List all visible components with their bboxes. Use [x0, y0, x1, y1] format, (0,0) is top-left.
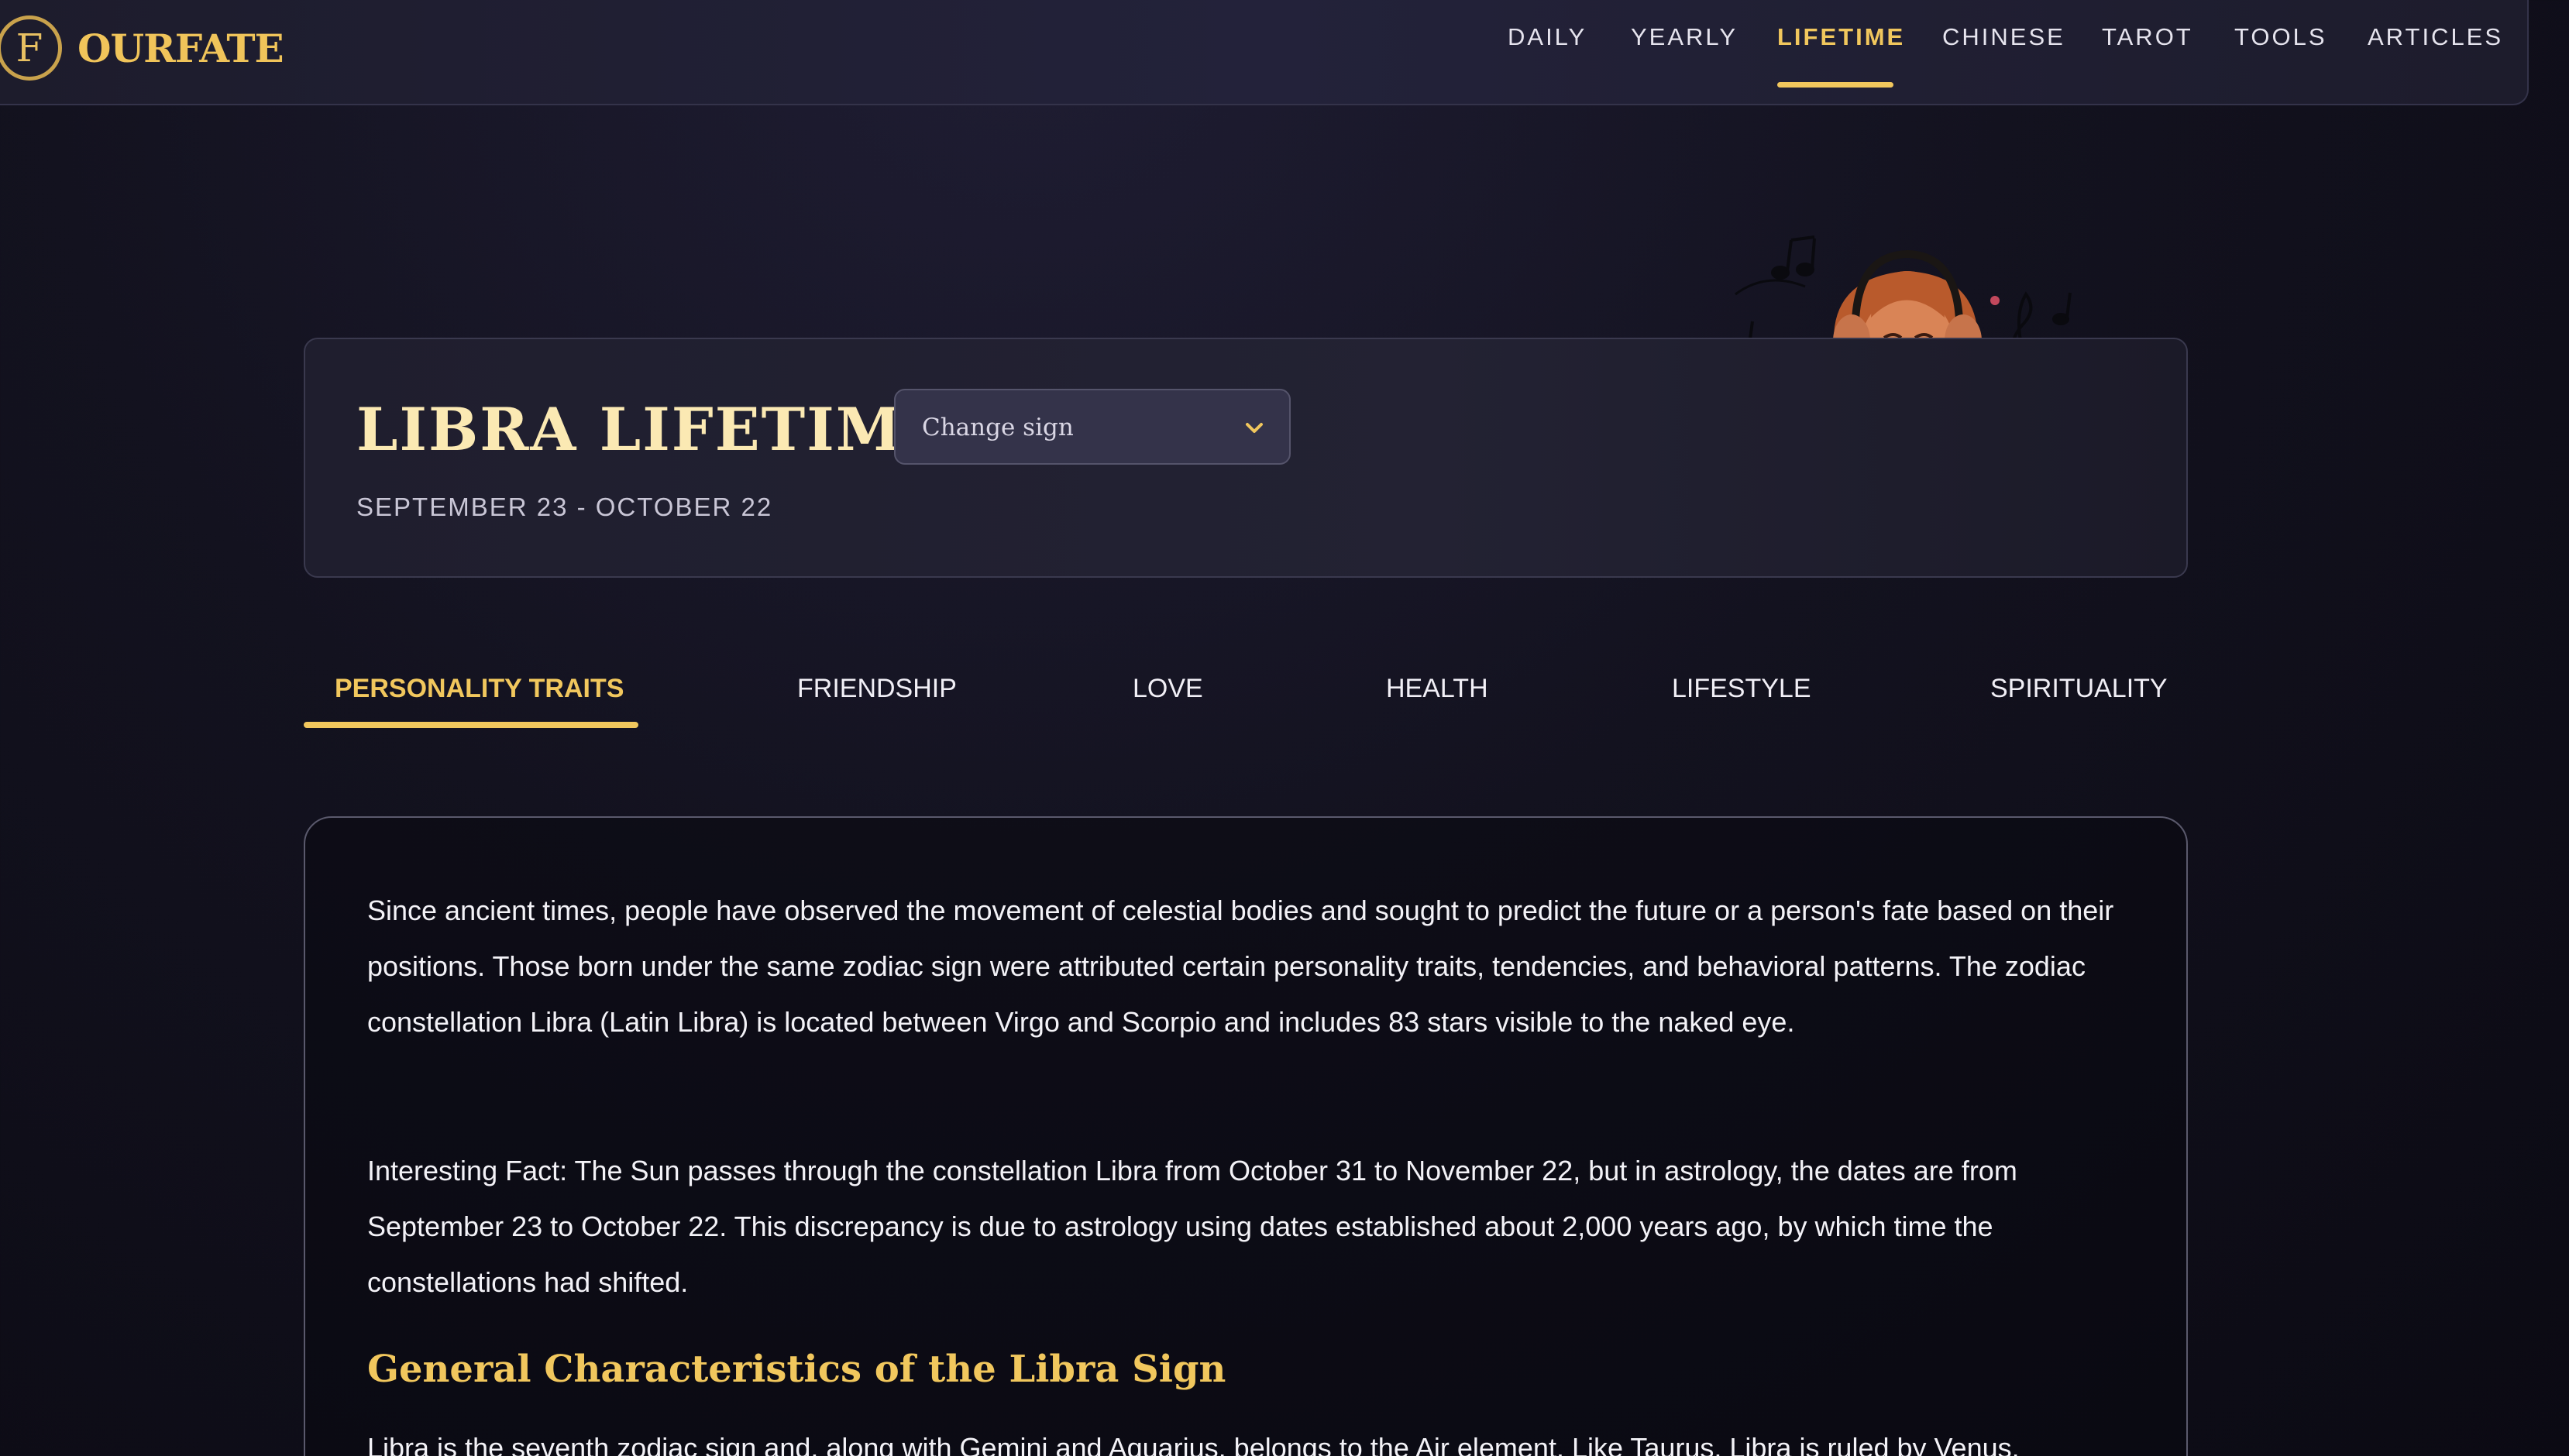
- sign-date-range: SEPTEMBER 23 - OCTOBER 22: [356, 493, 773, 521]
- nav-item-tarot[interactable]: TAROT: [2102, 23, 2193, 51]
- interesting-fact-paragraph: Interesting Fact: The Sun passes through…: [367, 1155, 2017, 1298]
- nav-item-daily[interactable]: DAILY: [1508, 23, 1587, 51]
- change-sign-dropdown[interactable]: Change sign: [894, 389, 1291, 465]
- top-navigation-bar: F OURFATE DAILY YEARLY LIFETIME CHINESE …: [0, 0, 2529, 105]
- nav-item-articles[interactable]: ARTICLES: [2368, 23, 2503, 51]
- section-paragraph: Libra is the seventh zodiac sign and, al…: [367, 1432, 2020, 1456]
- logo-letter: F: [15, 26, 43, 70]
- nav-item-tools[interactable]: TOOLS: [2234, 23, 2327, 51]
- tab-love[interactable]: LOVE: [1133, 674, 1203, 704]
- section-heading: General Characteristics of the Libra Sig…: [367, 1348, 1226, 1391]
- brand-name: OURFATE: [77, 25, 284, 71]
- nav-active-indicator: [1777, 82, 1893, 88]
- logo-emblem-icon: F: [0, 15, 62, 81]
- tab-friendship[interactable]: FRIENDSHIP: [797, 674, 957, 704]
- tab-personality-traits[interactable]: PERSONALITY TRAITS: [335, 674, 624, 704]
- tab-active-indicator: [304, 722, 638, 728]
- tab-spirituality[interactable]: SPIRITUALITY: [1990, 674, 2168, 704]
- personality-traits-content: Since ancient times, people have observe…: [304, 816, 2188, 1456]
- nav-item-chinese[interactable]: CHINESE: [1942, 23, 2065, 51]
- chevron-down-icon: [1246, 423, 1263, 433]
- change-sign-label: Change sign: [922, 414, 1074, 441]
- nav-item-lifetime[interactable]: LIFETIME: [1777, 23, 1905, 51]
- section-tabs: PERSONALITY TRAITS FRIENDSHIP LOVE HEALT…: [304, 651, 2188, 736]
- hero-card: LIBRA LIFETIME SEPTEMBER 23 - OCTOBER 22…: [304, 338, 2188, 578]
- site-logo[interactable]: F OURFATE: [0, 15, 284, 81]
- tab-health[interactable]: HEALTH: [1386, 674, 1488, 704]
- nav-item-yearly[interactable]: YEARLY: [1631, 23, 1738, 51]
- intro-paragraph: Since ancient times, people have observe…: [367, 895, 2114, 1038]
- tab-lifestyle[interactable]: LIFESTYLE: [1672, 674, 1811, 704]
- page-title: LIBRA LIFETIME: [356, 395, 949, 464]
